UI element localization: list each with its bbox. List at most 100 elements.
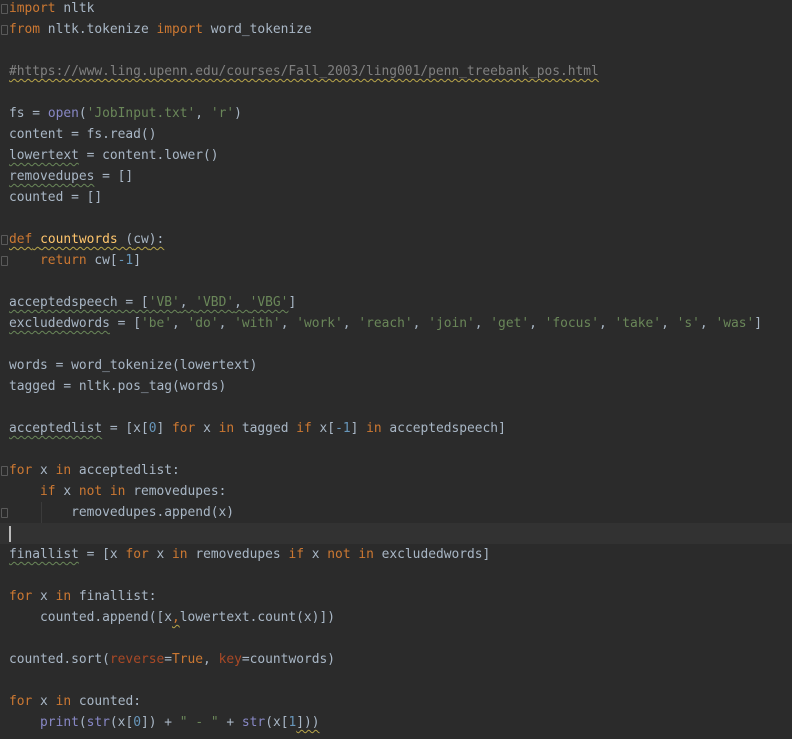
- code-token: 'reach': [358, 316, 413, 331]
- code-token: x: [32, 694, 56, 709]
- code-line[interactable]: [0, 40, 792, 61]
- code-token: " - ": [179, 715, 219, 730]
- code-line[interactable]: counted.sort(reverse=True, key=countword…: [0, 649, 792, 670]
- code-editor[interactable]: import nltk from nltk.tokenize import wor…: [0, 0, 792, 739]
- code-line[interactable]: [0, 82, 792, 103]
- code-line[interactable]: removedupes.append(x): [0, 502, 792, 523]
- code-line[interactable]: for x in finallist:: [0, 586, 792, 607]
- code-line[interactable]: for x in counted:: [0, 691, 792, 712]
- code-token: 'get': [490, 316, 530, 331]
- code-token: ,: [342, 316, 359, 331]
- code-token: not in: [78, 484, 126, 499]
- code-token: +: [218, 715, 242, 730]
- code-token: removedupes.append(x): [9, 505, 235, 520]
- code-line-text: tagged = nltk.pos_tag(words): [9, 376, 226, 397]
- code-line[interactable]: [0, 271, 792, 292]
- code-token: from: [9, 22, 41, 37]
- code-token: 'work': [296, 316, 343, 331]
- code-line[interactable]: [0, 670, 792, 691]
- code-token: import: [9, 1, 56, 16]
- code-token: in: [55, 463, 72, 478]
- code-token: (: [78, 106, 87, 121]
- code-token: ,: [218, 316, 235, 331]
- code-token: ]) +: [140, 715, 180, 730]
- code-line[interactable]: [0, 397, 792, 418]
- code-token: ,: [234, 295, 250, 310]
- code-line[interactable]: words = word_tokenize(lowertext): [0, 355, 792, 376]
- fold-marker-icon[interactable]: [1, 466, 8, 476]
- code-line-text: [9, 523, 11, 544]
- code-token: for: [125, 547, 149, 562]
- code-token: 'be': [140, 316, 172, 331]
- code-line[interactable]: tagged = nltk.pos_tag(words): [0, 376, 792, 397]
- code-line[interactable]: if x not in removedupes:: [0, 481, 792, 502]
- code-token: (x[: [109, 715, 134, 730]
- code-line[interactable]: removedupes = []: [0, 166, 792, 187]
- code-token: -1: [335, 421, 351, 436]
- code-token: for: [9, 589, 33, 604]
- code-token: = []: [94, 169, 134, 184]
- code-line[interactable]: for x in acceptedlist:: [0, 460, 792, 481]
- code-line[interactable]: excludedwords = ['be', 'do', 'with', 'wo…: [0, 313, 792, 334]
- code-line[interactable]: print(str(x[0]) + " - " + str(x[1])): [0, 712, 792, 733]
- code-line[interactable]: [0, 208, 792, 229]
- code-line-text: removedupes = []: [9, 166, 133, 187]
- code-token: nltk.tokenize: [40, 22, 157, 37]
- code-line[interactable]: [0, 565, 792, 586]
- code-token: reverse: [109, 652, 165, 667]
- code-token: acceptedlist: [9, 421, 103, 436]
- code-line-text: fs = open('JobInput.txt', 'r'): [9, 103, 242, 124]
- code-line[interactable]: [0, 523, 792, 544]
- text-caret: [9, 525, 11, 542]
- code-line[interactable]: def countwords (cw):: [0, 229, 792, 250]
- code-line[interactable]: content = fs.read(): [0, 124, 792, 145]
- code-token: ,: [661, 316, 677, 331]
- code-line[interactable]: [0, 439, 792, 460]
- code-token: removedupes:: [125, 484, 227, 499]
- code-token: acceptedspeech = [: [9, 295, 149, 310]
- code-token: x: [55, 484, 79, 499]
- code-token: lowertext: [9, 148, 79, 163]
- fold-marker-icon[interactable]: [1, 235, 8, 245]
- code-token: cw: [133, 232, 149, 247]
- code-token: ]: [288, 295, 297, 310]
- code-line[interactable]: lowertext = content.lower(): [0, 145, 792, 166]
- code-token: 'JobInput.txt': [86, 106, 196, 121]
- code-token: 'join': [428, 316, 475, 331]
- code-line[interactable]: acceptedlist = [x[0] for x in tagged if …: [0, 418, 792, 439]
- code-line[interactable]: acceptedspeech = ['VB', 'VBD', 'VBG']: [0, 292, 792, 313]
- code-token: finallist: [9, 547, 79, 562]
- code-token: ]: [133, 253, 141, 268]
- code-line[interactable]: [0, 628, 792, 649]
- fold-marker-icon[interactable]: [1, 508, 8, 518]
- code-line[interactable]: [0, 334, 792, 355]
- code-token: if: [40, 484, 56, 499]
- code-token: in: [55, 694, 72, 709]
- code-line[interactable]: finallist = [x for x in removedupes if x…: [0, 544, 792, 565]
- code-token: (: [78, 715, 87, 730]
- code-line[interactable]: import nltk: [0, 0, 792, 19]
- code-line[interactable]: return cw[-1]: [0, 250, 792, 271]
- code-line-text: counted.append([x,lowertext.count(x)]): [9, 607, 335, 628]
- code-token: 'VBD': [195, 295, 235, 310]
- fold-marker-icon[interactable]: [1, 256, 8, 266]
- code-line-text: words = word_tokenize(lowertext): [9, 355, 257, 376]
- code-line-text: #https://www.ling.upenn.edu/courses/Fall…: [9, 61, 599, 82]
- code-token: ,: [179, 295, 196, 310]
- code-line[interactable]: fs = open('JobInput.txt', 'r'): [0, 103, 792, 124]
- code-token: tagged: [234, 421, 297, 436]
- code-token: finallist:: [71, 589, 157, 604]
- fold-marker-icon[interactable]: [1, 4, 8, 14]
- code-line[interactable]: counted.append([x,lowertext.count(x)]): [0, 607, 792, 628]
- code-token: fs =: [9, 106, 48, 121]
- code-line-text: lowertext = content.lower(): [9, 145, 219, 166]
- code-line[interactable]: #https://www.ling.upenn.edu/courses/Fall…: [0, 61, 792, 82]
- code-token: nltk: [55, 1, 95, 16]
- code-line[interactable]: from nltk.tokenize import word_tokenize: [0, 19, 792, 40]
- code-line[interactable]: counted = []: [0, 187, 792, 208]
- fold-marker-icon[interactable]: [1, 25, 8, 35]
- code-token: ): [234, 106, 242, 121]
- code-token: True: [172, 652, 204, 667]
